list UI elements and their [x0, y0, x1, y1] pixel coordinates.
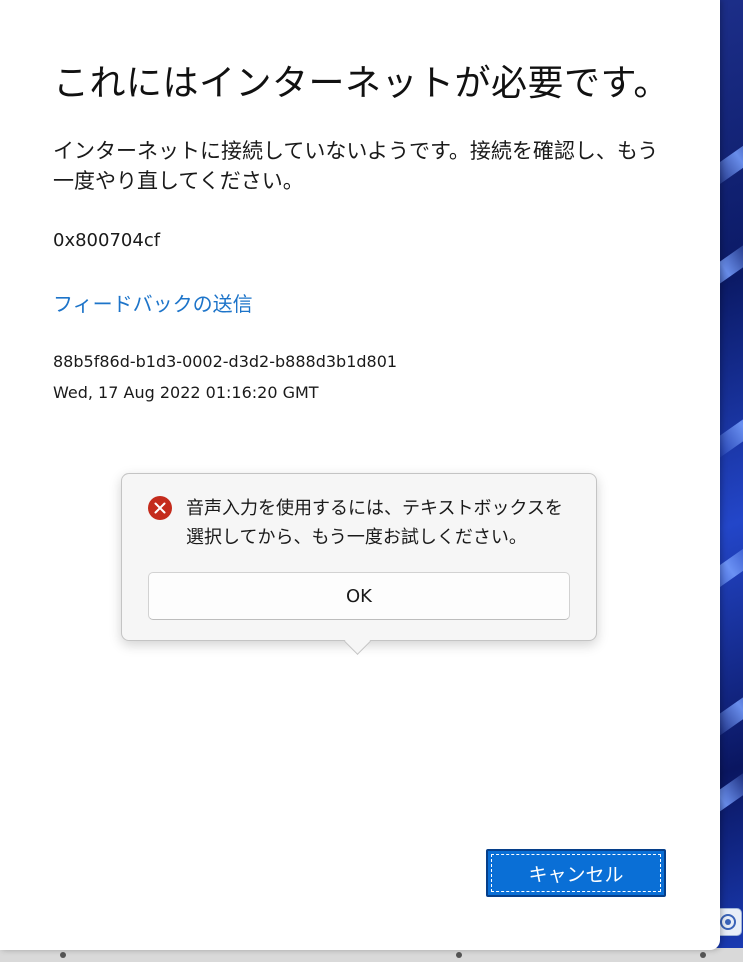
- taskbar-dot: [456, 952, 462, 958]
- dialog-title: これにはインターネットが必要です。: [53, 63, 670, 104]
- taskbar-edge: [0, 948, 743, 962]
- error-code: 0x800704cf: [53, 230, 161, 251]
- voice-typing-flyout: 音声入力を使用するには、テキストボックスを選択してから、もう一度お試しください。…: [121, 473, 597, 655]
- dialog-message: インターネットに接続していないようです。接続を確認し、もう一度やり直してください…: [53, 139, 659, 193]
- send-feedback-link[interactable]: フィードバックの送信: [53, 288, 253, 317]
- cancel-button[interactable]: キャンセル: [486, 849, 666, 897]
- flyout-message: 音声入力を使用するには、テキストボックスを選択してから、もう一度お試しください。: [186, 498, 563, 548]
- correlation-id: 88b5f86d-b1d3-0002-d3d2-b888d3b1d801: [53, 352, 398, 371]
- timestamp: Wed, 17 Aug 2022 01:16:20 GMT: [53, 383, 319, 402]
- error-icon: [148, 496, 172, 520]
- ok-button[interactable]: OK: [148, 572, 570, 620]
- error-dialog: これにはインターネットが必要です。 インターネットに接続していないようです。接続…: [0, 0, 720, 950]
- taskbar-dot: [60, 952, 66, 958]
- taskbar-dot: [700, 952, 706, 958]
- flyout-pointer: [344, 628, 371, 655]
- cancel-button-label: キャンセル: [491, 854, 661, 892]
